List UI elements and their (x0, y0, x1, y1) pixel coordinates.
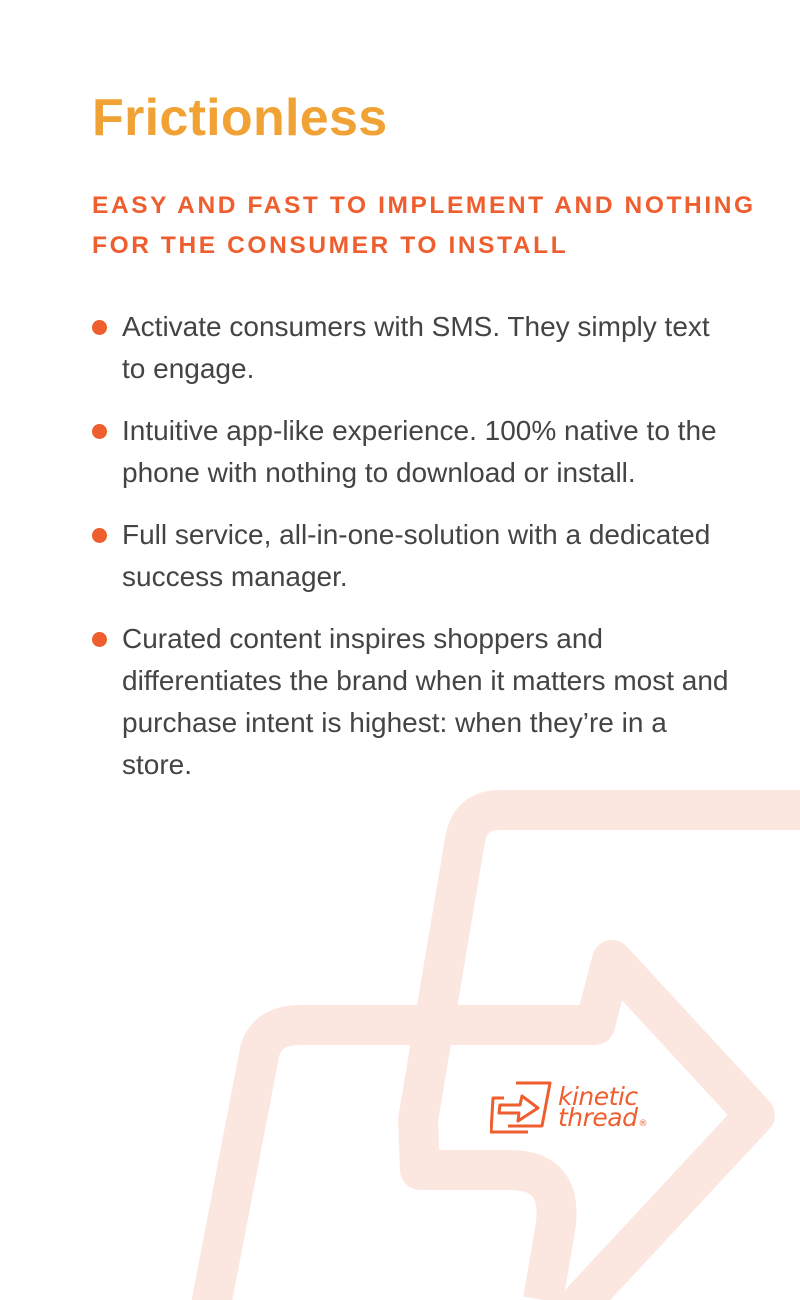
kinetic-thread-logo: kinetic thread® (490, 1076, 660, 1138)
logo-wordmark: kinetic thread® (558, 1084, 648, 1135)
list-item-text: Activate consumers with SMS. They simply… (122, 311, 710, 384)
registered-mark: ® (638, 1119, 648, 1129)
list-item-text: Intuitive app-like experience. 100% nati… (122, 415, 717, 488)
logo-word-thread: thread (558, 1103, 638, 1132)
page-title: Frictionless (92, 89, 388, 147)
list-item: Intuitive app-like experience. 100% nati… (92, 410, 732, 494)
list-item: Full service, all-in-one-solution with a… (92, 514, 732, 598)
logo-line-thread: thread® (558, 1105, 648, 1135)
page-subtitle: Easy and fast to implement and nothing f… (92, 192, 756, 259)
feature-list: Activate consumers with SMS. They simply… (92, 306, 732, 806)
list-item: Curated content inspires shoppers and di… (92, 618, 732, 786)
bullet-dot-icon (92, 320, 107, 335)
bullet-dot-icon (92, 528, 107, 543)
bullet-dot-icon (92, 632, 107, 647)
arrow-in-box-icon (490, 1081, 552, 1134)
list-item-text: Full service, all-in-one-solution with a… (122, 519, 711, 592)
bullet-dot-icon (92, 424, 107, 439)
list-item: Activate consumers with SMS. They simply… (92, 306, 732, 390)
list-item-text: Curated content inspires shoppers and di… (122, 623, 729, 780)
